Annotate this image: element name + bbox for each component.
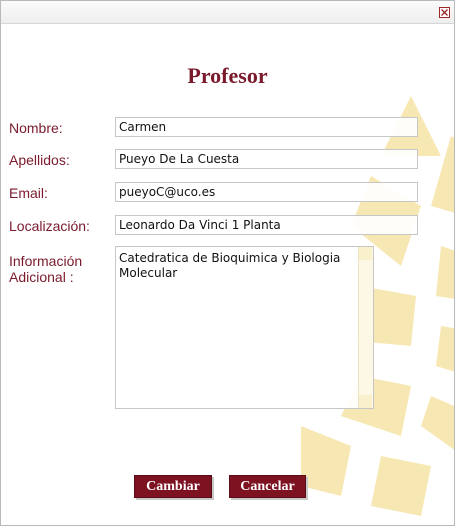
textarea-scrollbar[interactable] (358, 247, 373, 408)
email-label: Email: (9, 185, 48, 201)
localizacion-field[interactable]: Leonardo Da Vinci 1 Planta (115, 215, 418, 235)
page-title: Profesor (187, 63, 268, 88)
scroll-up-arrow-icon[interactable] (359, 247, 372, 260)
informacion-label-line1: Información (9, 253, 83, 269)
nombre-label: Nombre: (9, 120, 63, 136)
close-button[interactable] (439, 7, 450, 18)
informacion-adicional-textarea[interactable]: Catedratica de Bioquimica y Biologia Mol… (115, 246, 374, 409)
cambiar-button[interactable]: Cambiar (134, 475, 212, 498)
informacion-label: Información Adicional : (9, 253, 82, 285)
localizacion-label: Localización: (9, 218, 90, 234)
email-field[interactable]: pueyoC@uco.es (115, 182, 418, 202)
informacion-label-line2: Adicional : (9, 269, 74, 285)
profesor-dialog: Profesor Nombre: Carmen Apellidos: Pueyo… (0, 0, 455, 526)
apellidos-field[interactable]: Pueyo De La Cuesta (115, 149, 418, 169)
informacion-adicional-text: Catedratica de Bioquimica y Biologia Mol… (119, 251, 341, 280)
title-bar (1, 1, 454, 24)
apellidos-label: Apellidos: (9, 152, 70, 168)
close-icon (441, 9, 448, 16)
cancelar-button[interactable]: Cancelar (229, 475, 306, 498)
nombre-field[interactable]: Carmen (115, 117, 418, 137)
scroll-down-arrow-icon[interactable] (359, 395, 372, 408)
